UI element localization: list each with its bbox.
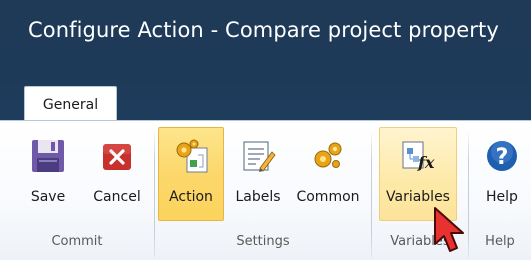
cancel-button[interactable]: Cancel bbox=[86, 127, 148, 221]
group-label-commit: Commit bbox=[51, 234, 103, 249]
help-question-icon: ? bbox=[487, 141, 517, 171]
labels-button-label: Labels bbox=[235, 189, 281, 205]
action-button-label: Action bbox=[169, 189, 213, 205]
gears-icon bbox=[314, 142, 342, 168]
fx-function-icon: fx bbox=[402, 141, 435, 172]
gears-action-icon bbox=[176, 139, 208, 173]
help-button-label: Help bbox=[486, 189, 518, 205]
title-bar: Configure Action - Compare project prope… bbox=[0, 0, 531, 121]
configure-action-window: Configure Action - Compare project prope… bbox=[0, 0, 531, 260]
mouse-cursor-icon bbox=[434, 207, 464, 252]
floppy-disk-icon bbox=[32, 140, 64, 172]
action-button[interactable]: Action bbox=[158, 127, 224, 221]
notepad-pencil-icon bbox=[243, 141, 276, 172]
ribbon-group-settings: Action Labels Common Settings bbox=[155, 121, 371, 260]
svg-text:fx: fx bbox=[417, 153, 435, 172]
group-label-settings: Settings bbox=[236, 234, 290, 249]
labels-button[interactable]: Labels bbox=[229, 127, 287, 221]
cancel-button-label: Cancel bbox=[93, 189, 141, 205]
tab-general[interactable]: General bbox=[24, 86, 117, 121]
save-button[interactable]: Save bbox=[22, 127, 74, 221]
svg-text:?: ? bbox=[496, 145, 509, 170]
window-title: Configure Action - Compare project prope… bbox=[28, 18, 499, 42]
ribbon-group-commit: Save Cancel Commit bbox=[0, 121, 154, 260]
common-button-label: Common bbox=[296, 189, 360, 205]
variables-button-label: Variables bbox=[386, 189, 450, 205]
ribbon-group-help: ? Help Help bbox=[469, 121, 531, 260]
help-button[interactable]: ? Help bbox=[477, 127, 527, 221]
close-icon bbox=[103, 144, 131, 170]
group-label-help: Help bbox=[485, 234, 515, 249]
save-button-label: Save bbox=[30, 189, 66, 205]
common-button[interactable]: Common bbox=[291, 127, 365, 221]
